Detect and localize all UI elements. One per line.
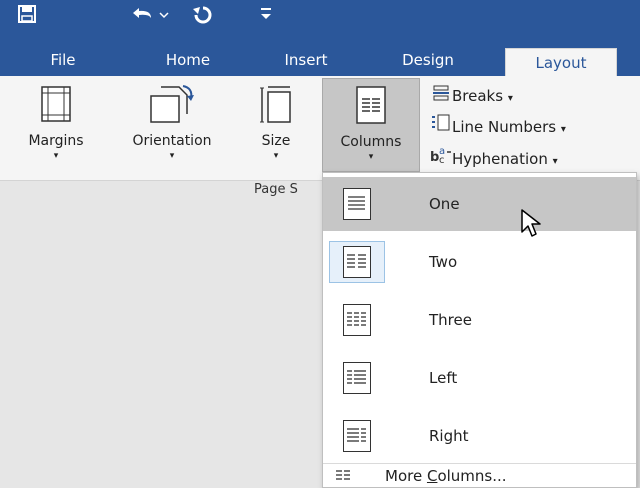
columns-button[interactable]: Columns ▾ bbox=[322, 78, 420, 172]
two-columns-icon bbox=[329, 241, 385, 283]
chevron-down-icon: ▾ bbox=[368, 152, 374, 162]
size-icon bbox=[258, 84, 294, 128]
undo-icon[interactable] bbox=[128, 4, 170, 32]
hyphenation-button[interactable]: bac Hyphenation ▾ bbox=[430, 144, 558, 168]
three-columns-icon bbox=[335, 299, 379, 341]
chevron-down-icon: ▾ bbox=[552, 156, 558, 167]
more-columns-suffix: olumns... bbox=[437, 467, 507, 485]
size-label: Size bbox=[261, 133, 291, 149]
hyphenation-label: Hyphenation bbox=[452, 150, 548, 168]
svg-text:c: c bbox=[439, 155, 445, 164]
left-columns-icon bbox=[335, 357, 379, 399]
columns-option-left[interactable]: Left bbox=[323, 351, 636, 405]
more-columns-prefix: More bbox=[385, 467, 427, 485]
tab-insert[interactable]: Insert bbox=[270, 44, 342, 76]
chevron-down-icon: ▾ bbox=[273, 151, 279, 161]
margins-icon bbox=[38, 84, 74, 128]
mouse-pointer-icon bbox=[520, 208, 544, 242]
menu-item-label: Left bbox=[429, 369, 458, 387]
orientation-icon bbox=[149, 84, 195, 130]
right-columns-icon bbox=[335, 415, 379, 457]
svg-text:b: b bbox=[430, 150, 439, 164]
tab-home[interactable]: Home bbox=[150, 44, 226, 76]
chevron-down-icon: ▾ bbox=[560, 124, 566, 135]
chevron-down-icon: ▾ bbox=[169, 151, 175, 161]
ribbon: Margins ▾ Orientation ▾ Size ▾ Columns ▾… bbox=[0, 76, 640, 197]
breaks-label: Breaks bbox=[452, 87, 504, 105]
customize-qat-icon[interactable] bbox=[256, 4, 276, 31]
breaks-button[interactable]: Breaks ▾ bbox=[430, 84, 513, 108]
breaks-icon bbox=[430, 85, 452, 109]
margins-label: Margins bbox=[28, 133, 84, 149]
columns-option-two[interactable]: Two bbox=[323, 235, 636, 289]
chevron-down-icon: ▾ bbox=[507, 93, 513, 104]
redo-icon[interactable] bbox=[188, 4, 218, 32]
more-columns-label: More Columns... bbox=[385, 464, 507, 488]
orientation-label: Orientation bbox=[132, 133, 212, 149]
hyphenation-icon: bac bbox=[430, 144, 452, 172]
title-bar bbox=[0, 0, 640, 44]
tab-file[interactable]: File bbox=[38, 44, 88, 76]
tab-design[interactable]: Design bbox=[388, 44, 468, 76]
more-columns-accelerator: C bbox=[426, 467, 438, 485]
columns-option-three[interactable]: Three bbox=[323, 293, 636, 347]
line-numbers-label: Line Numbers bbox=[452, 118, 557, 136]
menu-item-label: One bbox=[429, 195, 460, 213]
menu-item-label: Right bbox=[429, 427, 469, 445]
menu-item-label: Three bbox=[429, 311, 472, 329]
orientation-button[interactable]: Orientation ▾ bbox=[110, 78, 234, 164]
page-setup-group-label: Page S bbox=[254, 182, 298, 197]
tab-layout[interactable]: Layout bbox=[505, 48, 617, 77]
menu-item-label: Two bbox=[429, 253, 458, 271]
chevron-down-icon: ▾ bbox=[53, 151, 59, 161]
size-button[interactable]: Size ▾ bbox=[244, 78, 308, 164]
line-numbers-icon bbox=[430, 114, 452, 140]
save-icon[interactable] bbox=[14, 4, 40, 30]
margins-button[interactable]: Margins ▾ bbox=[6, 78, 106, 164]
one-column-icon bbox=[335, 183, 379, 225]
columns-label: Columns bbox=[340, 134, 402, 150]
more-columns-icon bbox=[335, 468, 351, 486]
columns-option-one[interactable]: One bbox=[323, 177, 636, 231]
more-columns-item[interactable]: More Columns... bbox=[323, 463, 636, 488]
columns-menu: One Two Three Left Right More Columns... bbox=[322, 172, 637, 488]
ribbon-tabs: File Home Insert Design Layout bbox=[0, 44, 640, 77]
columns-option-right[interactable]: Right bbox=[323, 409, 636, 463]
line-numbers-button[interactable]: Line Numbers ▾ bbox=[430, 114, 566, 138]
columns-icon bbox=[355, 85, 387, 129]
